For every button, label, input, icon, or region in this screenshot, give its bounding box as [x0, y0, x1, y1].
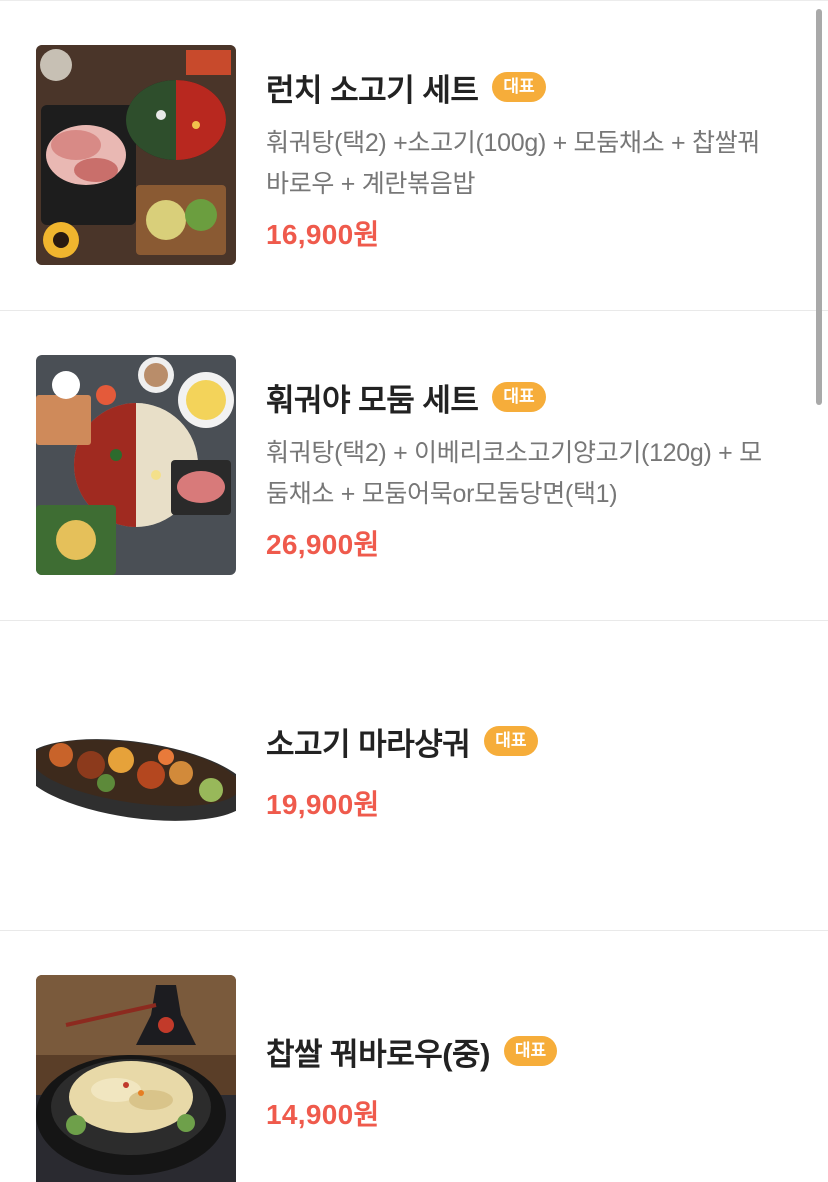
- representative-badge: 대표: [484, 726, 538, 756]
- menu-item-image[interactable]: [36, 975, 236, 1182]
- menu-item-title: 소고기 마라샹궈: [266, 726, 471, 762]
- menu-item-lunch-beef-set[interactable]: 런치 소고기 세트 대표 훠궈탕(택2) +소고기(100g) + 모둠채소 +…: [0, 1, 828, 311]
- hotpot-combo-photo: [36, 355, 236, 575]
- vertical-scrollbar[interactable]: [816, 9, 822, 405]
- menu-item-price: 19,900원: [266, 789, 380, 820]
- description-line: 훠궈탕(택2) + 이베리코소고기양고기(120g) + 모: [266, 439, 762, 467]
- menu-item-huoguoya-combo-set[interactable]: 훠궈야 모둠 세트 대표 훠궈탕(택2) + 이베리코소고기양고기(120g) …: [0, 311, 828, 621]
- menu-item-beef-malaxiangguo[interactable]: 소고기 마라샹궈 대표 19,900원: [0, 621, 828, 931]
- menu-item-description: 훠궈탕(택2) + 이베리코소고기양고기(120g) + 모 둠채소 + 모둠어…: [266, 433, 788, 515]
- representative-badge: 대표: [492, 382, 546, 412]
- representative-badge: 대표: [492, 72, 546, 102]
- menu-item-title: 찹쌀 꿔바로우(중): [266, 1036, 490, 1072]
- menu-item-image[interactable]: [36, 355, 236, 575]
- menu-list: 런치 소고기 세트 대표 훠궈탕(택2) +소고기(100g) + 모둠채소 +…: [0, 0, 828, 1182]
- title-row: 훠궈야 모둠 세트 대표: [266, 375, 788, 419]
- menu-item-title: 런치 소고기 세트: [266, 72, 479, 108]
- menu-item-description: 훠궈탕(택2) +소고기(100g) + 모둠채소 + 찹쌀꿔 바로우 + 계란…: [266, 123, 788, 205]
- title-row: 소고기 마라샹궈 대표: [266, 719, 788, 763]
- menu-item-price: 26,900원: [266, 529, 380, 560]
- title-row: 런치 소고기 세트 대표: [266, 65, 788, 109]
- title-row: 찹쌀 꿔바로우(중) 대표: [266, 1029, 788, 1073]
- menu-item-sweet-sour-pork[interactable]: 찹쌀 꿔바로우(중) 대표 14,900원: [0, 931, 828, 1182]
- guobaorou-photo: [36, 975, 236, 1182]
- description-line: 둠채소 + 모둠어묵or모둠당면(택1): [266, 480, 618, 508]
- menu-item-title: 훠궈야 모둠 세트: [266, 382, 479, 418]
- malaxiangguo-photo: [36, 665, 236, 885]
- representative-badge: 대표: [503, 1036, 558, 1066]
- menu-item-image[interactable]: [36, 665, 236, 885]
- menu-item-price: 14,900원: [266, 1099, 380, 1130]
- menu-item-image[interactable]: [36, 45, 236, 265]
- menu-item-price: 16,900원: [266, 219, 380, 250]
- description-line: 바로우 + 계란볶음밥: [266, 170, 476, 198]
- hotpot-set-photo: [36, 45, 236, 265]
- description-line: 훠궈탕(택2) +소고기(100g) + 모둠채소 + 찹쌀꿔: [266, 129, 761, 157]
